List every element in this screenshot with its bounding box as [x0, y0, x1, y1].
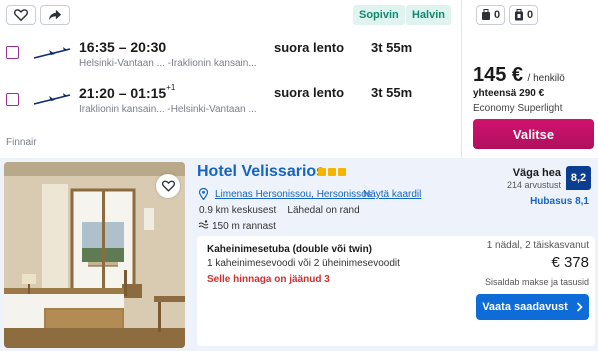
tag-cheapest: Halvin — [406, 5, 452, 25]
scarcity-message: Selle hinnaga on jäänud 3 — [207, 274, 330, 285]
hotel-location-link[interactable]: Limenas Hersonissou, Hersonissos — [215, 189, 372, 200]
review-count[interactable]: 214 arvustust — [507, 180, 561, 190]
distance-info: 0.9 km keskusest Lähedal on rand — [199, 205, 360, 216]
beach-nearby: Lähedal on rand — [287, 205, 360, 216]
star-rating — [318, 168, 346, 176]
price-per-person: 145 € — [473, 64, 524, 86]
day-offset: +1 — [166, 83, 176, 92]
leg-2-airports: Iraklionin kansain... -Helsinki-Vantaan … — [79, 104, 257, 115]
price-unit: / henkilö — [527, 73, 565, 84]
rating-badge: 8,2 — [566, 166, 591, 190]
show-on-map-link[interactable]: Näytä kaardil — [363, 189, 421, 200]
leg-2-times: 21:20 – 01:15+1 — [79, 83, 176, 101]
star-icon — [318, 168, 326, 176]
personal-item-value: 0 — [494, 9, 501, 21]
hotel-favorite-button[interactable] — [156, 174, 180, 198]
share-arrow-icon — [48, 9, 62, 21]
hotel-photo[interactable] — [4, 162, 185, 348]
hotel-result-card: Hotel Velissarios Limenas Hersonissou, H… — [0, 158, 598, 351]
distance-center: 0.9 km keskusest — [199, 205, 277, 216]
leg-1-checkbox[interactable] — [6, 46, 19, 59]
see-availability-button[interactable]: Vaata saadavust — [476, 294, 589, 320]
stay-info: 1 nädal, 2 täiskasvanut — [486, 240, 589, 251]
room-offer: Kaheinimesetuba (double või twin) 1 kahe… — [197, 236, 595, 346]
airline-name: Finnair — [6, 137, 37, 148]
star-icon — [338, 168, 346, 176]
beach-wave-icon — [198, 220, 209, 229]
flight-result-card: Sopivin Halvin 16:35 – 20:30 Helsinki-Va… — [0, 0, 598, 158]
leg-1-times: 16:35 – 20:30 — [79, 39, 167, 55]
cabin-bag-count: 0 — [509, 5, 539, 25]
leg-2-type: suora lento — [274, 85, 345, 100]
see-availability-label: Vaata saadavust — [482, 301, 568, 313]
price-total: yhteensä 290 € — [473, 88, 545, 99]
share-button[interactable] — [40, 5, 70, 25]
personal-item-icon — [482, 9, 490, 20]
leg-1-airports: Helsinki-Vantaan ... -Iraklionin kansain… — [79, 58, 257, 69]
hotel-price: € 378 — [551, 254, 589, 271]
personal-item-count: 0 — [476, 5, 506, 25]
fare-class: Economy Superlight — [473, 103, 563, 114]
flight-price: 145 € / henkilö — [473, 64, 565, 87]
leg-1-type: suora lento — [274, 40, 345, 55]
hotel-name-link[interactable]: Hotel Velissarios — [197, 163, 325, 181]
room-name: Kaheinimesetuba (double või twin) — [207, 244, 373, 255]
airline-logo-icon — [33, 93, 71, 105]
star-icon — [328, 168, 336, 176]
favorite-button[interactable] — [6, 5, 36, 25]
chevron-right-icon — [576, 302, 583, 312]
cabin-bag-value: 0 — [527, 9, 534, 21]
airline-logo-icon — [33, 47, 71, 59]
beach-distance: 150 m rannast — [212, 221, 276, 232]
flight-legs-panel: Sopivin Halvin 16:35 – 20:30 Helsinki-Va… — [0, 0, 461, 158]
location-pin-icon — [199, 188, 208, 200]
leg-2-duration: 3t 55m — [371, 85, 413, 100]
flight-price-panel: 0 0 145 € / henkilö yhteensä 290 € Econo… — [461, 0, 598, 158]
leg-2-checkbox[interactable] — [6, 93, 19, 106]
taxes-note: Sisaldab makse ja tasusid — [484, 277, 589, 287]
cabin-bag-icon — [515, 9, 523, 21]
heart-icon — [14, 9, 28, 22]
select-flight-button[interactable]: Valitse — [473, 119, 594, 149]
room-beds: 1 kaheinimesevoodi või 2 üheinimesevoodi… — [207, 258, 400, 269]
tag-best-fit: Sopivin — [353, 5, 405, 25]
rating-label: Väga hea — [512, 167, 561, 179]
comfort-score: Hubasus 8,1 — [530, 196, 589, 207]
heart-icon — [161, 180, 175, 192]
leg-1-duration: 3t 55m — [371, 40, 413, 55]
